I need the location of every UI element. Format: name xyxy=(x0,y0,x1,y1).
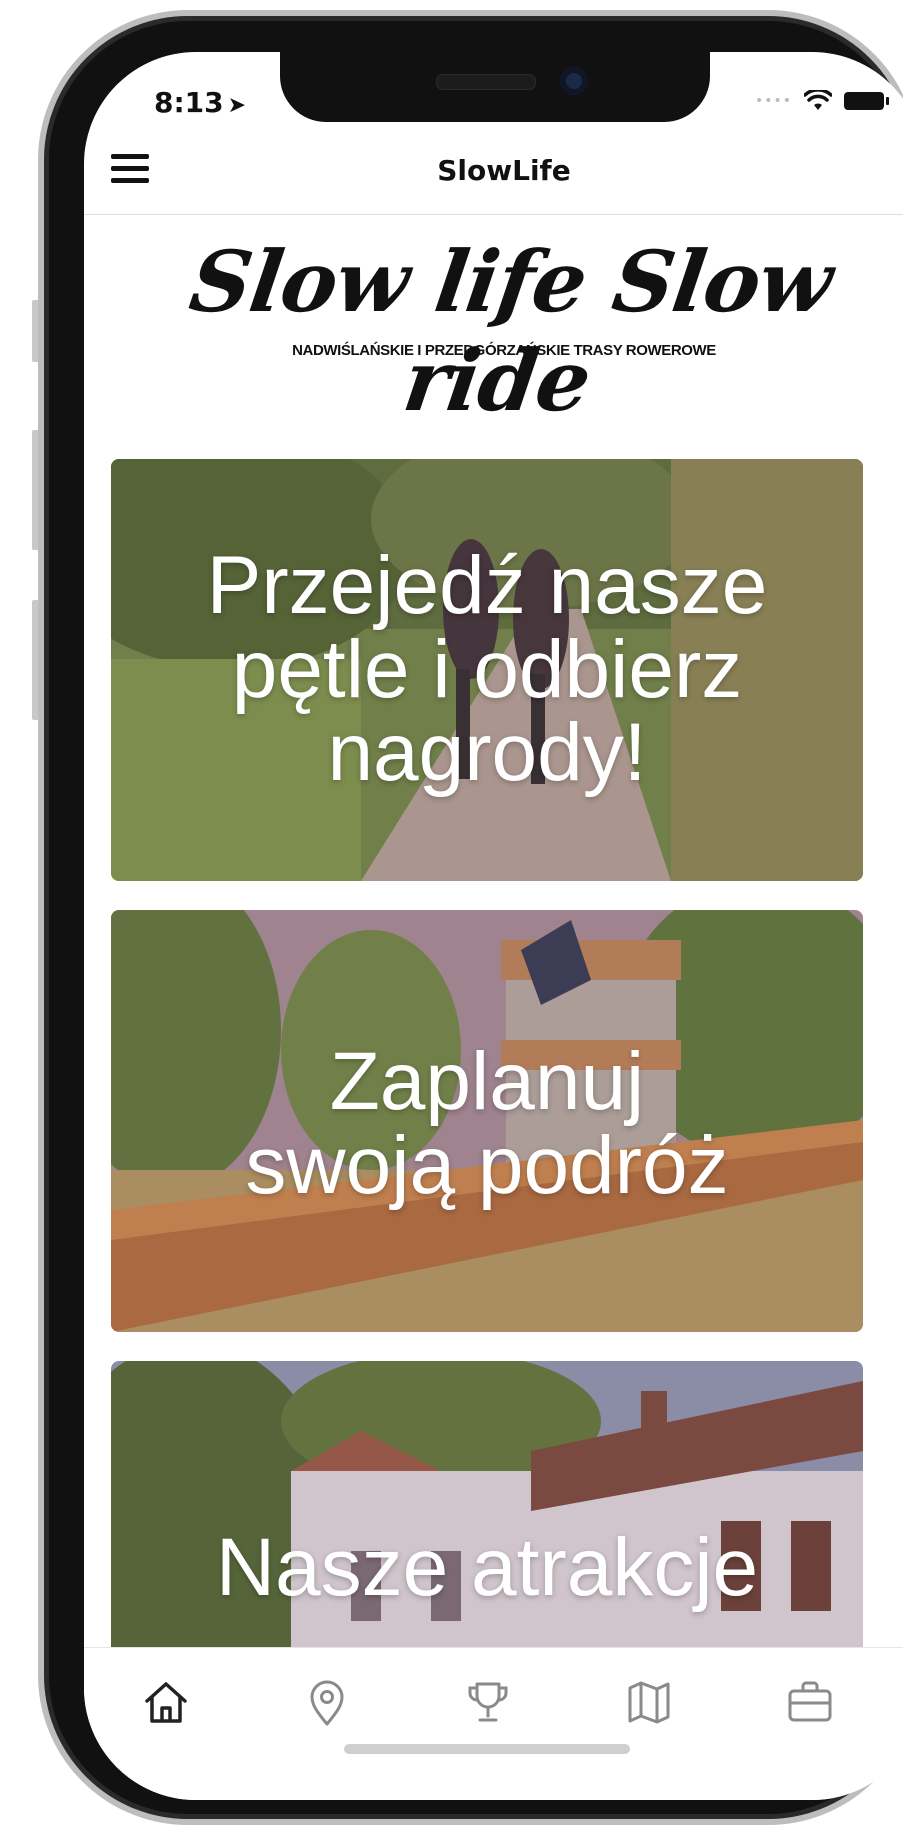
bottom-tab-bar xyxy=(84,1647,903,1800)
tab-map[interactable] xyxy=(621,1674,677,1730)
front-camera xyxy=(560,67,588,95)
top-navigation-bar: SlowLife xyxy=(84,136,903,215)
card-loops-rewards[interactable]: Przejedź nasze pętle i odbierz nagrody! xyxy=(111,459,863,881)
card-title-line: Nasze atrakcje xyxy=(215,1522,759,1613)
app-screen: 8:13 ➤ •••• SlowLife Slow life Slow ride … xyxy=(84,52,903,1800)
trophy-icon xyxy=(468,1682,508,1722)
wifi-icon xyxy=(804,90,832,110)
page-title: SlowLife xyxy=(437,154,571,187)
map-pin-icon xyxy=(310,1680,344,1726)
location-arrow-icon: ➤ xyxy=(227,93,247,118)
card-title: Zaplanuj swoją podróż xyxy=(111,1040,863,1207)
tab-home[interactable] xyxy=(138,1674,194,1730)
speaker-grille xyxy=(436,74,536,90)
status-time: 8:13 ➤ xyxy=(154,86,246,119)
signal-icon: •••• xyxy=(754,93,792,109)
card-plan-trip[interactable]: Zaplanuj swoją podróż xyxy=(111,910,863,1332)
home-icon xyxy=(145,1682,187,1723)
brand-logo-script: Slow life Slow ride xyxy=(184,232,838,430)
status-time-text: 8:13 xyxy=(154,86,224,119)
tab-tools[interactable] xyxy=(782,1674,838,1730)
card-title-line: swoją podróż xyxy=(245,1119,729,1211)
card-title-line: Przejedź nasze xyxy=(206,540,768,631)
tab-locations[interactable] xyxy=(299,1674,355,1730)
brand-logo-subtitle: NADWIŚLAŃSKIE I PRZEDGÓRZAŃSKIE TRASY RO… xyxy=(292,342,716,359)
map-icon xyxy=(628,1681,670,1724)
tab-rewards[interactable] xyxy=(460,1674,516,1730)
card-title-line: nagrody! xyxy=(327,707,647,799)
card-title-line: pętle i odbierz xyxy=(231,623,743,715)
card-title-line: Zaplanuj xyxy=(329,1036,645,1127)
status-indicators: •••• xyxy=(754,90,889,112)
card-title: Przejedź nasze pętle i odbierz nagrody! xyxy=(111,544,863,795)
briefcase-icon xyxy=(788,1681,832,1722)
card-title: Nasze atrakcje xyxy=(111,1526,863,1610)
home-indicator[interactable] xyxy=(344,1744,630,1754)
battery-icon xyxy=(844,92,889,110)
device-notch xyxy=(280,52,710,122)
